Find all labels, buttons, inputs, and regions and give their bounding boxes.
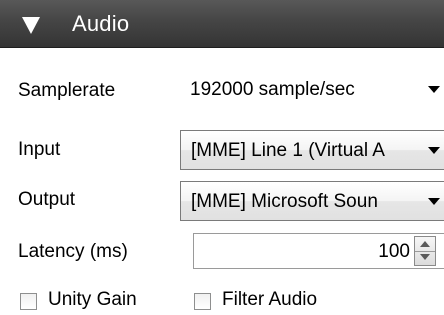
- chevron-down-icon[interactable]: [428, 147, 440, 154]
- audio-section-header[interactable]: Audio: [0, 0, 444, 48]
- latency-stepper[interactable]: [414, 236, 436, 266]
- output-dropdown[interactable]: [MME] Microsoft Soun: [180, 181, 444, 221]
- filter-audio-checkbox[interactable]: [194, 293, 211, 310]
- output-value: [MME] Microsoft Soun: [191, 191, 378, 212]
- filter-audio-label[interactable]: Filter Audio: [222, 289, 317, 311]
- latency-value[interactable]: 100: [378, 241, 410, 263]
- unity-gain-label[interactable]: Unity Gain: [48, 289, 137, 311]
- input-label: Input: [18, 139, 61, 160]
- chevron-down-icon[interactable]: [428, 198, 440, 205]
- input-dropdown[interactable]: [MME] Line 1 (Virtual A: [180, 130, 444, 170]
- samplerate-dropdown[interactable]: 192000 sample/sec: [180, 70, 444, 110]
- section-title: Audio: [72, 11, 130, 36]
- chevron-down-icon[interactable]: [428, 86, 440, 93]
- unity-gain-checkbox[interactable]: [20, 293, 37, 310]
- audio-settings-panel: Samplerate 192000 sample/sec Input [MME]…: [0, 48, 444, 315]
- collapse-triangle-icon[interactable]: [22, 17, 40, 34]
- samplerate-value: 192000 sample/sec: [190, 79, 355, 100]
- input-value: [MME] Line 1 (Virtual A: [191, 140, 385, 161]
- decrement-arrow-icon[interactable]: [420, 254, 430, 260]
- output-label: Output: [18, 189, 76, 210]
- latency-spinbox[interactable]: 100: [193, 233, 444, 269]
- increment-arrow-icon[interactable]: [420, 241, 430, 247]
- samplerate-label: Samplerate: [18, 80, 116, 101]
- latency-label: Latency (ms): [18, 241, 128, 262]
